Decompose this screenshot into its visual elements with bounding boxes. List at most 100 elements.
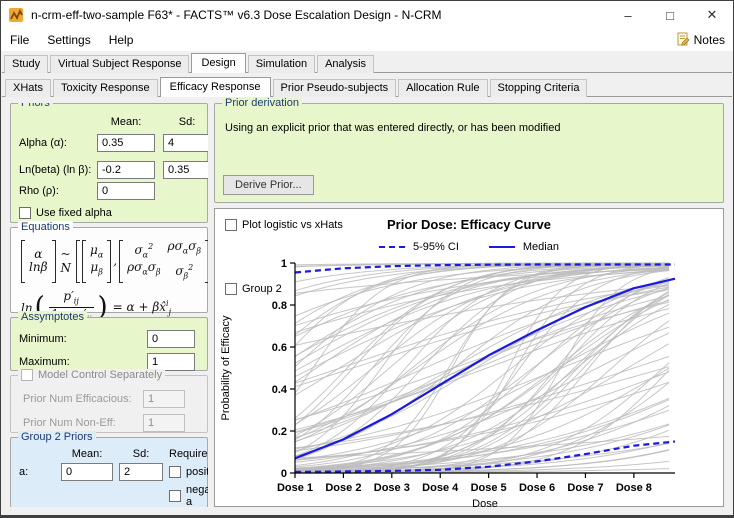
menu-file[interactable]: File [1,33,38,47]
rho-mean-input[interactable] [97,182,155,200]
svg-text:Dose 7: Dose 7 [567,482,603,494]
asymptotes-title: Assymptotes [18,311,87,323]
main-tab-strip: Study Virtual Subject Response Design Si… [1,51,733,72]
menu-settings[interactable]: Settings [38,33,99,47]
lnbeta-sd-input[interactable] [163,161,208,179]
equations-groupbox: Equations αlnβ ~ N μα μβ , [10,227,208,313]
median-legend-label: Median [523,241,559,253]
asymptotes-groupbox: Assymptotes Minimum: Maximum: [10,317,208,371]
tab-prior-pseudo-subjects[interactable]: Prior Pseudo-subjects [273,79,397,97]
group2-curve-checkbox[interactable] [225,283,237,295]
chart-legend: 5-95% CI Median [215,241,723,253]
plot-logistic-checkbox[interactable] [225,219,237,231]
window-title: n-crm-eff-two-sample F63* - FACTS™ v6.3 … [31,8,607,22]
svg-text:Dose 1: Dose 1 [277,482,313,494]
positive-a-checkbox[interactable] [169,466,181,478]
minimum-input[interactable] [147,330,195,348]
svg-text:Dose 8: Dose 8 [616,482,652,494]
notes-button[interactable]: Notes [676,32,725,49]
group2-curve-label: Group 2 [242,283,282,295]
lnbeta-mean-input[interactable] [97,161,155,179]
tab-toxicity-response[interactable]: Toxicity Response [53,79,158,97]
tab-analysis[interactable]: Analysis [317,55,374,73]
right-column: Prior derivation Using an explicit prior… [214,103,724,507]
negative-a-label: negative a [186,484,208,507]
ci-legend-label: 5-95% CI [413,241,459,253]
plot-logistic-label: Plot logistic vs xHats [242,219,343,231]
svg-text:Dose 2: Dose 2 [325,482,361,494]
lnbeta-label: Ln(beta) (ln β): [19,164,97,176]
tab-xhats[interactable]: XHats [5,79,51,97]
prior-derivation-message: Using an explicit prior that was entered… [225,122,715,134]
sd-header: Sd: [163,116,208,134]
svg-text:Dose: Dose [472,498,498,510]
svg-text:Dose 6: Dose 6 [519,482,555,494]
efficacy-response-panel: Priors Mean: Sd: Alpha (α): Ln(beta) (ln… [2,96,732,515]
prior-derivation-title: Prior derivation [222,97,302,109]
use-fixed-alpha-checkbox[interactable] [19,207,31,219]
svg-text:0.2: 0.2 [272,426,287,438]
group2-priors-groupbox: Group 2 Priors Mean: Sd: Require: a: pos… [10,437,208,507]
maximize-button[interactable]: □ [649,1,691,29]
rho-label: Rho (ρ): [19,185,97,197]
tab-study[interactable]: Study [4,55,48,73]
priors-groupbox: Priors Mean: Sd: Alpha (α): Ln(beta) (ln… [10,103,208,223]
notes-icon [676,32,690,49]
notes-label: Notes [694,33,725,47]
priors-title: Priors [18,103,53,109]
tab-stopping-criteria[interactable]: Stopping Criteria [490,79,588,97]
g2-mean-header: Mean: [61,448,113,460]
median-legend-swatch [489,246,515,248]
close-button[interactable]: ✕ [691,1,733,29]
menu-help[interactable]: Help [100,33,143,47]
minimum-label: Minimum: [19,333,147,345]
model-control-title: Model Control Separately [38,369,162,381]
g2-a-mean-input[interactable] [61,463,113,481]
tab-simulation[interactable]: Simulation [248,55,315,73]
model-control-checkbox[interactable] [21,369,33,381]
alpha-sd-input[interactable] [163,134,208,152]
svg-text:1: 1 [281,258,287,270]
g2-require-header: Require: [169,448,208,460]
prior-num-efficacious-label: Prior Num Efficacious: [23,393,143,405]
tab-allocation-rule[interactable]: Allocation Rule [398,79,487,97]
tab-design[interactable]: Design [191,53,245,73]
maximum-label: Maximum: [19,356,147,368]
prior-num-non-eff-input[interactable] [143,414,185,432]
tab-efficacy-response[interactable]: Efficacy Response [160,77,271,97]
model-control-groupbox: Model Control Separately Prior Num Effic… [10,375,208,433]
g2-a-label: a: [19,466,55,478]
use-fixed-alpha-label: Use fixed alpha [36,207,112,219]
design-tab-strip: XHats Toxicity Response Efficacy Respons… [2,75,732,96]
efficacy-chart-panel: Plot logistic vs xHats Prior Dose: Effic… [214,208,724,507]
svg-text:Dose 5: Dose 5 [471,482,507,494]
alpha-mean-input[interactable] [97,134,155,152]
alpha-label: Alpha (α): [19,137,97,149]
prior-derivation-groupbox: Prior derivation Using an explicit prior… [214,103,724,203]
g2-a-sd-input[interactable] [119,463,163,481]
svg-text:0.4: 0.4 [272,384,288,396]
prior-distribution-equation: αlnβ ~ N μα μβ , σα2 ρσασβ [21,240,199,283]
negative-a-checkbox[interactable] [169,490,181,502]
mean-header: Mean: [97,116,155,134]
efficacy-curve-plot: 0 0.2 0.4 0.6 0.8 1 Dose 1 Dose 2 Dose 3 Dose 4 Do… [215,255,727,513]
svg-text:0: 0 [281,468,287,480]
ci-legend-swatch [379,246,405,248]
svg-text:Dose 3: Dose 3 [374,482,410,494]
equations-title: Equations [18,221,73,233]
minimize-button[interactable]: – [607,1,649,29]
menu-bar: File Settings Help Notes [1,29,733,51]
app-icon [9,7,25,23]
design-page: XHats Toxicity Response Efficacy Respons… [2,72,732,515]
svg-text:Dose 4: Dose 4 [422,482,459,494]
tab-virtual-subject-response[interactable]: Virtual Subject Response [50,55,189,73]
svg-text:Probability of Efficacy: Probability of Efficacy [220,315,232,420]
svg-text:0.6: 0.6 [272,342,287,354]
left-column: Priors Mean: Sd: Alpha (α): Ln(beta) (ln… [10,103,208,507]
g2-sd-header: Sd: [119,448,163,460]
group2-priors-title: Group 2 Priors [18,431,96,443]
svg-text:0.8: 0.8 [272,300,287,312]
prior-num-efficacious-input[interactable] [143,390,185,408]
title-bar: n-crm-eff-two-sample F63* - FACTS™ v6.3 … [1,1,733,29]
derive-prior-button[interactable]: Derive Prior... [223,175,314,195]
